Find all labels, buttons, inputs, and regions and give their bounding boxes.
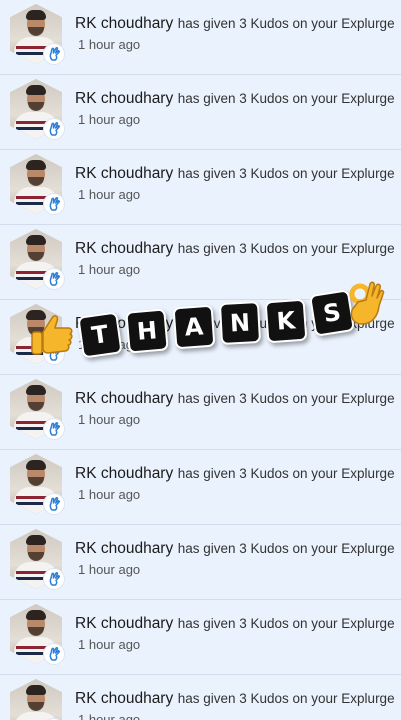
notification-item[interactable]: RK choudhary has given 3 Kudos on your E… bbox=[0, 450, 401, 525]
notification-text: RK choudhary has given 3 Kudos on your E… bbox=[75, 15, 395, 33]
notification-item[interactable]: RK choudhary has given 3 Kudos on your E… bbox=[0, 75, 401, 150]
notification-message: has given 3 Kudos on your Explurge bbox=[177, 241, 395, 256]
notification-message: has given 3 Kudos on your Explurge bbox=[177, 391, 395, 406]
user-name[interactable]: RK choudhary bbox=[75, 240, 173, 257]
kudos-badge bbox=[43, 568, 65, 590]
notification-text: RK choudhary has given 3 Kudos on your E… bbox=[75, 390, 395, 408]
thanks-letter-tile: H bbox=[125, 308, 169, 354]
notification-message: has given 3 Kudos on your Explurge bbox=[177, 691, 395, 706]
user-name[interactable]: RK choudhary bbox=[75, 690, 173, 707]
notification-text: RK choudhary has given 3 Kudos on your E… bbox=[75, 540, 395, 558]
notification-text: RK choudhary has given 3 Kudos on your E… bbox=[75, 90, 395, 108]
notification-item[interactable]: RK choudhary has given 3 Kudos on your E… bbox=[0, 675, 401, 720]
notification-item[interactable]: RK choudhary has given 3 Kudos on your E… bbox=[0, 0, 401, 75]
user-name[interactable]: RK choudhary bbox=[75, 540, 173, 557]
user-name[interactable]: RK choudhary bbox=[75, 165, 173, 182]
notification-text: RK choudhary has given 3 Kudos on your E… bbox=[75, 465, 395, 483]
thumbs-up-icon bbox=[28, 310, 78, 365]
notification-item[interactable]: RK choudhary has given 3 Kudos on your E… bbox=[0, 525, 401, 600]
timestamp: 1 hour ago bbox=[78, 637, 141, 652]
thanks-letter-tile: N bbox=[218, 300, 262, 346]
kudos-badge bbox=[43, 193, 65, 215]
timestamp: 1 hour ago bbox=[78, 112, 141, 127]
timestamp: 1 hour ago bbox=[78, 187, 141, 202]
kudos-badge bbox=[43, 493, 65, 515]
notification-message: has given 3 Kudos on your Explurge bbox=[177, 616, 395, 631]
thanks-letter-tile: T bbox=[77, 311, 123, 359]
notification-text: RK choudhary has given 3 Kudos on your E… bbox=[75, 615, 395, 633]
user-name[interactable]: RK choudhary bbox=[75, 465, 173, 482]
notification-message: has given 3 Kudos on your Explurge bbox=[177, 166, 395, 181]
notification-item[interactable]: RK choudhary has given 3 Kudos on your E… bbox=[0, 600, 401, 675]
timestamp: 1 hour ago bbox=[78, 262, 141, 277]
timestamp: 1 hour ago bbox=[78, 487, 141, 502]
ok-hand-icon bbox=[346, 280, 386, 333]
notification-text: RK choudhary has given 3 Kudos on your E… bbox=[75, 165, 395, 183]
kudos-badge bbox=[43, 118, 65, 140]
timestamp: 1 hour ago bbox=[78, 712, 141, 720]
thanks-sticker: THANKS bbox=[28, 280, 385, 360]
thanks-letter-tile: A bbox=[172, 304, 216, 350]
notification-message: has given 3 Kudos on your Explurge bbox=[177, 466, 395, 481]
thanks-letter-tile: K bbox=[264, 298, 308, 344]
notification-message: has given 3 Kudos on your Explurge bbox=[177, 541, 395, 556]
user-name[interactable]: RK choudhary bbox=[75, 90, 173, 107]
timestamp: 1 hour ago bbox=[78, 37, 141, 52]
user-name[interactable]: RK choudhary bbox=[75, 15, 173, 32]
kudos-badge bbox=[43, 43, 65, 65]
notification-text: RK choudhary has given 3 Kudos on your E… bbox=[75, 690, 395, 708]
notification-message: has given 3 Kudos on your Explurge bbox=[177, 91, 395, 106]
timestamp: 1 hour ago bbox=[78, 562, 141, 577]
user-name[interactable]: RK choudhary bbox=[75, 390, 173, 407]
kudos-badge bbox=[43, 418, 65, 440]
notification-item[interactable]: RK choudhary has given 3 Kudos on your E… bbox=[0, 375, 401, 450]
user-name[interactable]: RK choudhary bbox=[75, 615, 173, 632]
notification-message: has given 3 Kudos on your Explurge bbox=[177, 16, 395, 31]
avatar[interactable] bbox=[10, 679, 62, 720]
kudos-badge bbox=[43, 643, 65, 665]
notification-text: RK choudhary has given 3 Kudos on your E… bbox=[75, 240, 395, 258]
timestamp: 1 hour ago bbox=[78, 412, 141, 427]
notification-item[interactable]: RK choudhary has given 3 Kudos on your E… bbox=[0, 150, 401, 225]
